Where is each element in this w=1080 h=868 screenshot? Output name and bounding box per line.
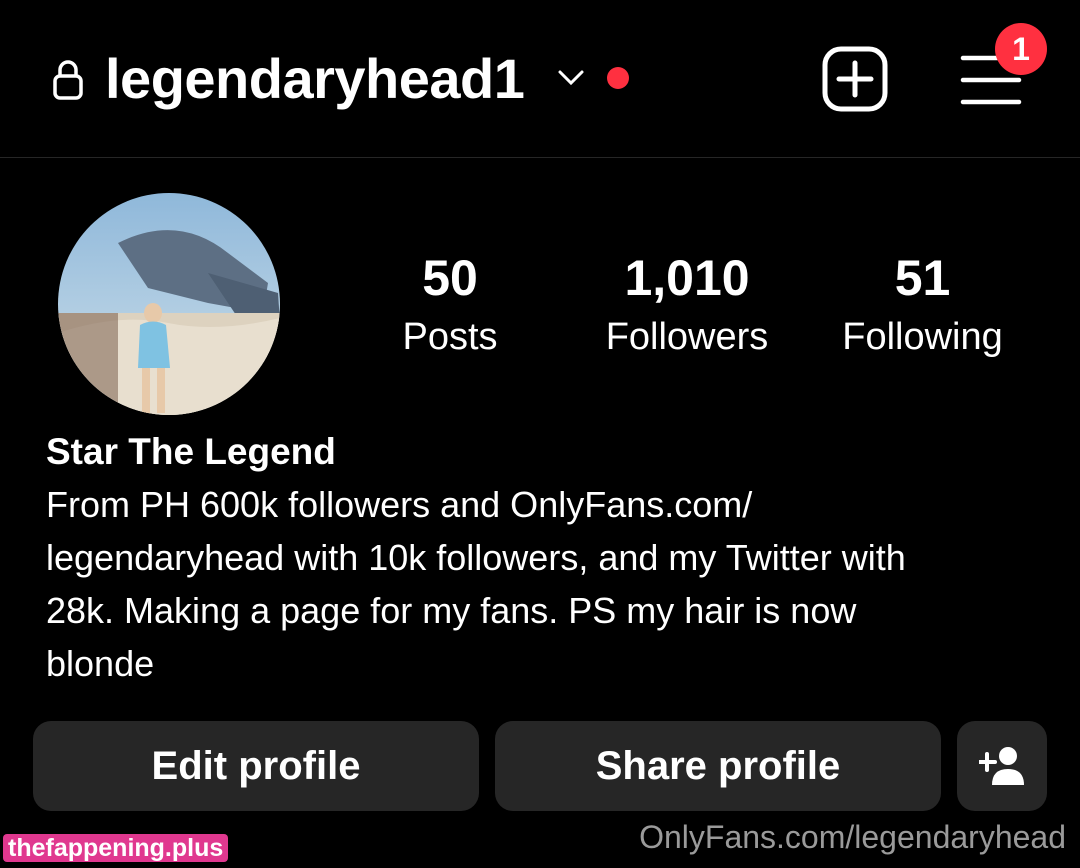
stat-followers[interactable]: 1,010 Followers xyxy=(577,248,797,366)
profile-avatar[interactable] xyxy=(58,193,280,415)
followers-label: Followers xyxy=(605,316,769,358)
chevron-down-icon[interactable] xyxy=(556,66,586,88)
display-name: Star The Legend xyxy=(46,431,336,472)
account-activity-dot xyxy=(607,67,629,89)
notification-badge: 1 xyxy=(995,23,1047,75)
posts-count: 50 xyxy=(422,250,478,306)
edit-profile-button[interactable]: Edit profile xyxy=(33,721,479,811)
account-username[interactable]: legendaryhead1 xyxy=(105,44,525,114)
profile-header: legendaryhead1 1 xyxy=(0,0,1080,158)
posts-label: Posts xyxy=(402,316,498,358)
stat-posts[interactable]: 50 Posts xyxy=(350,248,550,366)
add-user-icon xyxy=(979,747,1024,785)
stat-following[interactable]: 51 Following xyxy=(820,248,1025,366)
watermark-site-label: thefappening.plus xyxy=(3,834,229,862)
lock-icon xyxy=(53,60,83,100)
share-profile-button[interactable]: Share profile xyxy=(495,721,941,811)
profile-bio: From PH 600k followers and OnlyFans.com/… xyxy=(46,484,906,684)
followers-count: 1,010 xyxy=(624,250,750,306)
discover-people-button[interactable] xyxy=(957,721,1047,811)
profile-photo xyxy=(58,193,280,415)
watermark-url: OnlyFans.com/legendaryhead xyxy=(639,819,1066,855)
following-label: Following xyxy=(842,316,1003,358)
following-count: 51 xyxy=(894,250,951,306)
add-post-icon[interactable] xyxy=(822,46,888,112)
